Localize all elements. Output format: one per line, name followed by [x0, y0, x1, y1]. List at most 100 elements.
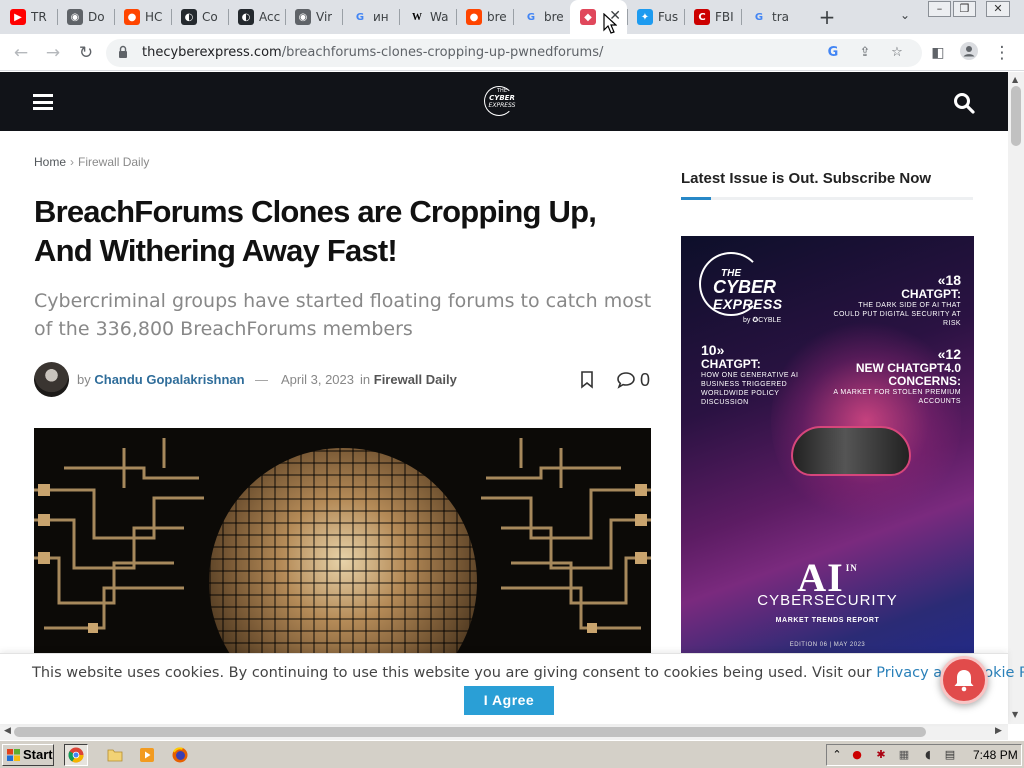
- github-icon: ◐: [238, 9, 254, 25]
- forward-arrow-icon[interactable]: →: [42, 42, 64, 64]
- browser-tab[interactable]: ● bre: [456, 0, 513, 34]
- taskbar-firefox-button[interactable]: [168, 744, 192, 766]
- windows-logo-icon: [7, 749, 20, 761]
- search-icon[interactable]: [953, 92, 975, 114]
- tab-title: Co: [202, 10, 218, 24]
- browser-tab[interactable]: Gин: [342, 0, 399, 34]
- bookmark-icon[interactable]: [580, 371, 594, 389]
- site-header: THE CYBER EXPRESS: [0, 72, 1008, 131]
- promo-edition: EDITION 06 | MAY 2023: [789, 642, 866, 648]
- promo-item-3-title: NEW CHATGPT4.0 CONCERNS:: [855, 361, 961, 388]
- tray-expand-icon[interactable]: ⌃: [830, 748, 844, 762]
- address-bar[interactable]: thecyberexpress.com/breachforums-clones-…: [106, 39, 922, 67]
- breadcrumb-home-link[interactable]: Home: [34, 155, 66, 169]
- sidebar-divider: [681, 197, 973, 200]
- network-icon[interactable]: ▦: [897, 748, 911, 762]
- promo-brand-by: by ✪CYBLE: [743, 317, 782, 324]
- browser-tab[interactable]: Gbre: [513, 0, 570, 34]
- horizontal-scrollbar[interactable]: ◀ ▶: [0, 724, 1008, 740]
- meta-dash: —: [255, 372, 268, 387]
- site-logo[interactable]: THE CYBER EXPRESS: [482, 84, 522, 118]
- article-meta: by Chandu Gopalakrishnan — April 3, 2023…: [34, 362, 654, 398]
- new-tab-button[interactable]: +: [815, 4, 839, 30]
- taskbar-clock[interactable]: 7:48 PM: [973, 748, 1018, 762]
- vertical-scroll-thumb[interactable]: [1011, 86, 1021, 146]
- system-tray: ⌃ ● ✱ ▦ ◖ ▤ 7:48 PM: [826, 744, 1022, 766]
- hamburger-menu-icon[interactable]: [33, 94, 53, 110]
- breadcrumb: Home › Firewall Daily: [34, 155, 149, 169]
- power-icon[interactable]: ▤: [943, 748, 957, 762]
- breadcrumb-category-link[interactable]: Firewall Daily: [78, 155, 149, 169]
- promo-item-2-title: CHATGPT:: [701, 357, 761, 371]
- tab-title: Wa: [430, 10, 449, 24]
- start-label: Start: [23, 747, 53, 762]
- scroll-left-arrow-icon[interactable]: ◀: [4, 726, 11, 736]
- scroll-right-arrow-icon[interactable]: ▶: [995, 726, 1002, 736]
- tab-title: Acc: [259, 10, 281, 24]
- minimize-button[interactable]: –: [928, 1, 951, 17]
- browser-tab[interactable]: ● HC: [114, 0, 171, 34]
- promo-item-3-text: A MARKET FOR STOLEN PREMIUM ACCOUNTS: [833, 389, 961, 405]
- notification-bell-button[interactable]: [940, 656, 988, 704]
- promo-ai-in: IN: [845, 563, 858, 573]
- browser-tab-strip: ▶ TR ◉ Do ● HC ◐ Co ◐ Acc ◉ Vir Gин W Wa ● bre G…: [0, 0, 1024, 34]
- promo-item-3: «12 NEW CHATGPT4.0 CONCERNS: A MARKET FO…: [831, 346, 961, 406]
- share-icon[interactable]: ⇪: [857, 45, 873, 61]
- google-icon: G: [355, 11, 365, 23]
- security-shield-icon[interactable]: ✱: [874, 748, 888, 762]
- horizontal-scroll-thumb[interactable]: [14, 727, 926, 737]
- cookie-consent-bar: This website uses cookies. By continuing…: [0, 653, 1024, 724]
- tab-title: tra: [772, 10, 789, 24]
- comment-bubble-icon: [617, 372, 635, 389]
- tab-title: HC: [145, 10, 163, 24]
- category-link[interactable]: Firewall Daily: [374, 372, 457, 387]
- taskbar-chrome-button[interactable]: [64, 744, 88, 766]
- scroll-up-arrow-icon[interactable]: ▲: [1012, 75, 1018, 84]
- promo-item-3-page: «12: [937, 346, 961, 362]
- url-path: /breachforums-clones-cropping-up-pwnedfo…: [281, 45, 604, 60]
- reload-icon[interactable]: ↻: [75, 42, 97, 64]
- google-icon: G: [526, 11, 536, 23]
- bookmark-star-icon[interactable]: ☆: [889, 45, 905, 61]
- antivirus-icon[interactable]: ●: [850, 748, 864, 762]
- browser-tab[interactable]: C FBI: [684, 0, 741, 34]
- vertical-scrollbar[interactable]: ▲ ▼: [1008, 72, 1024, 724]
- volume-icon[interactable]: ◖: [921, 748, 935, 762]
- browser-tab[interactable]: Gtra: [741, 0, 796, 34]
- breadcrumb-separator: ›: [70, 155, 75, 169]
- browser-tab-active[interactable]: ◆ ✕: [570, 0, 627, 34]
- side-panel-icon[interactable]: ◧: [927, 42, 949, 64]
- taskbar-media-player-button[interactable]: [135, 744, 159, 766]
- cookie-agree-button[interactable]: I Agree: [464, 686, 554, 715]
- kebab-menu-icon[interactable]: ⋮: [991, 42, 1013, 64]
- cyberexpress-icon: ◆: [580, 9, 596, 25]
- meta-category: in Firewall Daily: [360, 372, 457, 387]
- author-avatar[interactable]: [34, 362, 69, 397]
- profile-avatar-icon[interactable]: [958, 42, 980, 64]
- browser-tab[interactable]: ✦ Fus: [627, 0, 684, 34]
- tab-title: ин: [373, 10, 389, 24]
- restore-button[interactable]: ❐: [953, 1, 976, 17]
- promo-cybersecurity: CYBERSECURITY: [757, 592, 898, 609]
- start-button[interactable]: Start: [2, 744, 54, 766]
- cnn-icon: C: [694, 9, 710, 25]
- globe-icon: ◉: [67, 9, 83, 25]
- promo-item-1-page: «18: [937, 272, 961, 288]
- browser-tab[interactable]: W Wa: [399, 0, 456, 34]
- author-link[interactable]: Chandu Gopalakrishnan: [94, 372, 244, 387]
- browser-tab[interactable]: ▶ TR: [0, 0, 57, 34]
- comments-link[interactable]: 0: [616, 370, 650, 391]
- browser-tab[interactable]: ◉ Vir: [285, 0, 342, 34]
- browser-tab[interactable]: ◐ Acc: [228, 0, 285, 34]
- google-lens-icon[interactable]: G: [825, 45, 841, 61]
- close-window-button[interactable]: ✕: [986, 1, 1010, 17]
- back-arrow-icon[interactable]: ←: [10, 42, 32, 64]
- taskbar-explorer-button[interactable]: [103, 744, 127, 766]
- magazine-promo-banner[interactable]: THE CYBER EXPRESS by ✪CYBLE «18 CHATGPT:…: [681, 236, 974, 656]
- browser-tab[interactable]: ◉ Do: [57, 0, 114, 34]
- media-player-icon: [140, 748, 154, 762]
- scroll-down-arrow-icon[interactable]: ▼: [1012, 710, 1018, 719]
- tab-search-chevron-icon[interactable]: ⌄: [896, 8, 914, 26]
- browser-tab[interactable]: ◐ Co: [171, 0, 228, 34]
- browser-toolbar: ← → ↻ thecyberexpress.com/breachforums-c…: [0, 34, 1024, 71]
